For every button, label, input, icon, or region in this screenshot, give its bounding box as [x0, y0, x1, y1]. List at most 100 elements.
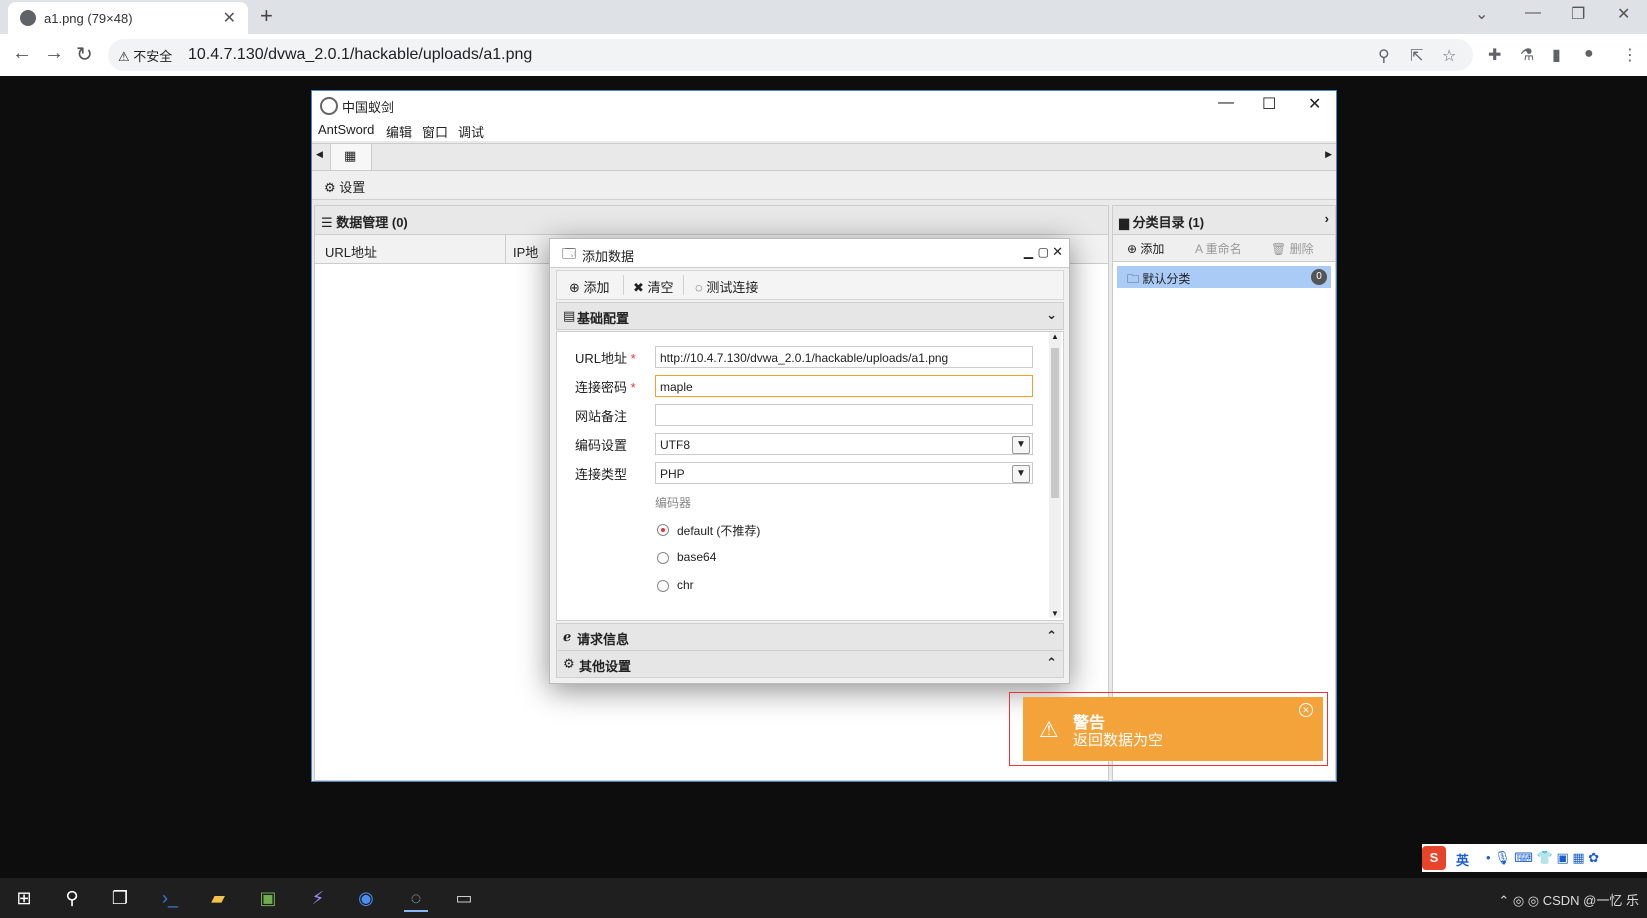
url-input[interactable]: http://10.4.7.130/dvwa_2.0.1/hackable/up…	[655, 346, 1033, 368]
column-divider	[505, 235, 506, 263]
chevron-up-icon: ⌃	[1046, 628, 1057, 643]
dialog-header: 🗔 添加数据 ▁ ▢ ✕	[550, 239, 1069, 268]
encoder-radio-chr[interactable]	[657, 580, 669, 592]
menu-debug[interactable]: 调试	[458, 122, 484, 141]
section-request-info[interactable]: ℯ 请求信息 ⌃	[556, 623, 1064, 651]
new-tab-button[interactable]: +	[260, 3, 273, 29]
extensions-icon[interactable]: ✚	[1488, 45, 1501, 65]
scrollbar-thumb[interactable]	[1051, 348, 1059, 498]
ie-icon: ℯ	[563, 629, 572, 644]
dialog-add-button[interactable]: ⊕ 添加	[569, 277, 610, 296]
chevron-down-icon: ⌄	[1046, 307, 1057, 322]
menu-dots-icon[interactable]: ⋮	[1622, 45, 1638, 65]
category-add-button[interactable]: ⊕ 添加	[1127, 240, 1164, 257]
document-icon: ▤	[563, 308, 576, 323]
terminal-icon[interactable]: ▭	[452, 886, 476, 910]
password-input[interactable]: maple	[655, 375, 1033, 397]
section-request-title: 请求信息	[577, 632, 630, 647]
security-warning[interactable]: ⚠ 不安全	[118, 46, 172, 65]
chevron-up-icon: ⌃	[1046, 655, 1057, 670]
app-tabstrip: ◀ ▦ ▶	[312, 143, 1336, 171]
dialog-clear-button[interactable]: ✖ 清空	[633, 277, 674, 296]
type-select[interactable]: PHP ▼	[655, 462, 1033, 484]
dialog-maximize-icon[interactable]: ▢	[1038, 245, 1049, 259]
windows-start-icon[interactable]: ⊞	[12, 886, 36, 910]
grid-icon: ▦	[344, 148, 357, 163]
category-item-label: 🗀 默认分类	[1127, 272, 1191, 286]
lab-icon[interactable]: ⚗	[1520, 45, 1534, 65]
tab-scroll-right-icon[interactable]: ▶	[1325, 149, 1332, 160]
bookmark-star-icon[interactable]: ☆	[1442, 46, 1456, 66]
tab-scroll-left-icon[interactable]: ◀	[316, 149, 323, 160]
system-tray[interactable]: ⌃ ◎ ◎ CSDN @一忆 乐	[1498, 890, 1639, 909]
app-close-icon[interactable]: ✕	[1308, 94, 1321, 114]
url-text[interactable]: 10.4.7.130/dvwa_2.0.1/hackable/uploads/a…	[188, 46, 532, 64]
sogou-logo-icon[interactable]: S	[1422, 846, 1446, 870]
minimize-icon[interactable]: —	[1525, 4, 1541, 22]
menu-antsword[interactable]: AntSword	[318, 122, 374, 137]
column-url[interactable]: URL地址	[325, 242, 377, 261]
back-icon[interactable]: ←	[12, 42, 32, 65]
address-bar[interactable]: ⚠ 不安全 10.4.7.130/dvwa_2.0.1/hackable/upl…	[108, 39, 1473, 71]
category-delete-button[interactable]: 🗑 删除	[1271, 240, 1314, 257]
chrome-icon[interactable]: ◉	[354, 886, 378, 910]
close-tab-icon[interactable]: ✕	[223, 8, 236, 28]
app-maximize-icon[interactable]: ☐	[1262, 94, 1276, 114]
app-titlebar: 中国蚁剑 — ☐ ✕	[312, 91, 1336, 119]
zoom-icon[interactable]: ⚲	[1378, 46, 1390, 66]
settings-button[interactable]: ⚙ 设置	[324, 177, 365, 196]
toast-close-icon[interactable]: ✕	[1299, 703, 1313, 717]
chevron-down-icon: ▼	[1012, 436, 1030, 454]
browser-tab[interactable]: a1.png (79×48) ✕	[8, 2, 248, 34]
watermark-text: CSDN @一忆 乐	[1542, 893, 1639, 908]
ime-language[interactable]: 英	[1456, 850, 1469, 869]
ime-icons[interactable]: • 🎙 ⌨ 👕 ▣ ▦ ✿	[1486, 850, 1599, 866]
reload-icon[interactable]: ↻	[76, 42, 93, 67]
encoder-option-base64[interactable]: base64	[677, 550, 716, 564]
toast-message: 返回数据为空	[1073, 732, 1164, 749]
encoder-option-chr[interactable]: chr	[677, 578, 694, 592]
chevron-down-icon: ▼	[1012, 465, 1030, 483]
column-ip[interactable]: IP地	[513, 242, 538, 261]
dialog-toolbar: ⊕ 添加 ✖ 清空 ◌ 测试连接	[556, 270, 1064, 300]
tab-home[interactable]: ▦	[330, 144, 372, 170]
section-other-settings[interactable]: ⚙ 其他设置 ⌃	[556, 650, 1064, 678]
antsword-taskbar-icon[interactable]: ◌	[404, 886, 428, 912]
form-scrollbar[interactable]: ▲ ▼	[1049, 332, 1061, 618]
encoder-radio-default[interactable]	[657, 524, 669, 536]
file-explorer-icon[interactable]: ▰	[206, 886, 230, 910]
toolbar-separator	[623, 275, 624, 295]
share-icon[interactable]: ⇱	[1410, 46, 1423, 66]
tab-search-icon[interactable]: ⌄	[1475, 4, 1488, 24]
restore-icon[interactable]: ❐	[1571, 4, 1585, 24]
settings-toolbar: ⚙ 设置	[312, 171, 1336, 200]
category-rename-button[interactable]: A 重命名	[1195, 240, 1242, 257]
category-count-badge: 0	[1311, 269, 1327, 285]
test-connection-button[interactable]: ◌ 测试连接	[695, 277, 758, 296]
task-view-icon[interactable]: ❐	[108, 886, 132, 910]
scroll-down-icon[interactable]: ▼	[1051, 609, 1059, 618]
encoder-option-default[interactable]: default (不推荐)	[677, 522, 760, 539]
forward-icon[interactable]: →	[44, 42, 64, 65]
dialog-close-icon[interactable]: ✕	[1052, 244, 1063, 260]
app-minimize-icon[interactable]: —	[1218, 94, 1234, 112]
menu-window[interactable]: 窗口	[422, 122, 448, 141]
encoding-select[interactable]: UTF8 ▼	[655, 433, 1033, 455]
category-toolbar: ⊕ 添加 A 重命名 🗑 删除	[1113, 235, 1335, 262]
note-input[interactable]	[655, 404, 1033, 426]
close-window-icon[interactable]: ✕	[1617, 4, 1630, 24]
category-item-default[interactable]: 🗀 默认分类 0	[1117, 266, 1331, 288]
collapse-arrow-icon[interactable]: ›	[1325, 211, 1329, 226]
encoder-radio-base64[interactable]	[657, 552, 669, 564]
dialog-minimize-icon[interactable]: ▁	[1024, 245, 1033, 259]
powershell-icon[interactable]: ›_	[158, 886, 182, 910]
menu-edit[interactable]: 编辑	[386, 122, 412, 141]
network-app-icon[interactable]: ▣	[256, 886, 280, 910]
sidepanel-icon[interactable]: ▮	[1552, 45, 1561, 65]
warning-toast: ⚠ 警告 返回数据为空 ✕	[1023, 697, 1323, 761]
lightning-app-icon[interactable]: ⚡	[306, 886, 330, 910]
profile-icon[interactable]: ●	[1584, 45, 1594, 63]
search-icon[interactable]: ⚲	[60, 886, 84, 910]
scroll-up-icon[interactable]: ▲	[1051, 332, 1059, 341]
section-basic-config[interactable]: ▤ 基础配置 ⌄	[556, 302, 1064, 330]
